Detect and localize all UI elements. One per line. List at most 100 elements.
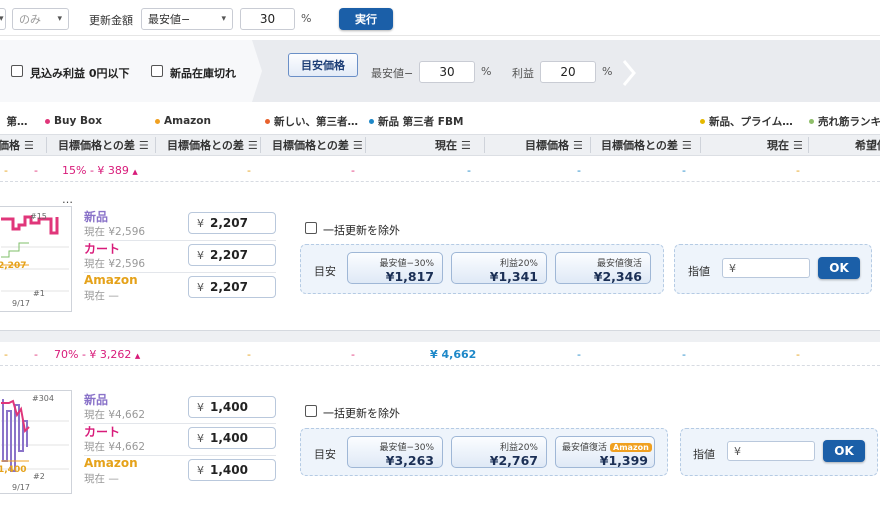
new-out-of-stock-checkbox[interactable] xyxy=(151,65,163,77)
menu-icon[interactable]: ☰ xyxy=(573,139,583,152)
goal-label: 目安 xyxy=(314,265,336,278)
goal-profit-button[interactable]: 利益20% ¥1,341 xyxy=(451,252,547,284)
column-header-label: 希望価 xyxy=(855,139,880,152)
column-header-label: 現在 xyxy=(767,139,789,152)
ok-button[interactable]: OK xyxy=(823,440,865,462)
lowest-input[interactable]: 30 xyxy=(419,61,475,83)
goal-restore-button[interactable]: 最安値復活 ¥2,346 xyxy=(555,252,651,284)
amazon-price-value: 1,400 xyxy=(210,463,248,477)
cart-price-value: 2,207 xyxy=(210,248,248,262)
goal-title-row: 最安値復活 Amazon xyxy=(562,440,652,453)
column-separator[interactable] xyxy=(700,137,701,153)
column-separator[interactable] xyxy=(808,137,809,153)
column-separator[interactable] xyxy=(484,137,485,153)
column-separator[interactable] xyxy=(365,137,366,153)
column-header[interactable]: 価格 ☰ xyxy=(0,134,34,156)
legend-item: 新しい、第三者… xyxy=(265,114,358,128)
goal-lowest-button[interactable]: 最安値−30% ¥1,817 xyxy=(347,252,443,284)
summary-value: - xyxy=(467,164,471,177)
only-select[interactable]: のみ ▾ xyxy=(12,8,69,30)
column-header[interactable]: 目標価格との差 ☰ xyxy=(167,134,258,156)
amazon-price-input[interactable]: ¥1,400 xyxy=(188,459,276,481)
column-separator[interactable] xyxy=(155,137,156,153)
column-header-label: 目標価格との差 xyxy=(167,139,244,152)
cart-price-input[interactable]: ¥1,400 xyxy=(188,427,276,449)
profit-zero-label: 見込み利益 0円以下 xyxy=(30,67,130,80)
menu-icon[interactable]: ☰ xyxy=(682,139,692,152)
run-button[interactable]: 実行 xyxy=(339,8,393,30)
legend-label: 売れ筋ランキ… xyxy=(818,115,880,128)
menu-icon[interactable]: ☰ xyxy=(139,139,149,152)
update-amount-label: 更新金額 xyxy=(89,14,133,27)
menu-icon[interactable]: ☰ xyxy=(24,139,34,152)
profit-zero-checkbox[interactable] xyxy=(11,65,23,77)
new-label: 新品 xyxy=(84,393,109,407)
goal-lowest-button[interactable]: 最安値−30% ¥3,263 xyxy=(347,436,443,468)
amazon-badge: Amazon xyxy=(610,443,652,452)
exclude-bulk-update-checkbox[interactable] xyxy=(305,222,317,234)
column-header[interactable]: 希望価 xyxy=(855,134,880,156)
new-price-input[interactable]: ¥2,207 xyxy=(188,212,276,234)
goal-restore-button[interactable]: 最安値復活 Amazon ¥1,399 xyxy=(555,436,655,468)
legend-item: 売れ筋ランキ… xyxy=(809,114,880,128)
goal-profit-button[interactable]: 利益20% ¥2,767 xyxy=(451,436,547,468)
column-header-label: 現在 xyxy=(435,139,457,152)
goal-value: ¥2,346 xyxy=(593,269,642,284)
legend-dot xyxy=(369,118,374,124)
column-separator[interactable] xyxy=(260,137,261,153)
summary-value: - xyxy=(247,348,251,361)
column-header-label: 目標価格 xyxy=(525,139,569,152)
amazon-label: Amazon xyxy=(84,273,138,287)
rank-bottom-label: #1 xyxy=(33,289,45,298)
column-header[interactable]: 現在 ☰ xyxy=(435,134,471,156)
menu-icon[interactable]: ☰ xyxy=(793,139,803,152)
summary-value: - xyxy=(4,348,8,361)
limit-price-input[interactable]: ¥ xyxy=(727,441,815,461)
column-header[interactable]: 目標価格との差 ☰ xyxy=(58,134,149,156)
menu-icon[interactable]: ☰ xyxy=(353,139,363,152)
summary-value: - xyxy=(796,164,800,177)
legend-dot xyxy=(265,118,270,124)
amazon-price-value: 2,207 xyxy=(210,280,248,294)
summary-value: - xyxy=(351,164,355,177)
menu-icon[interactable]: ☰ xyxy=(461,139,471,152)
summary-value: - xyxy=(796,348,800,361)
legend-label: 新品 第三者 FBM xyxy=(378,115,464,128)
goal-title: 最安値−30% xyxy=(379,259,434,269)
percent-unit: % xyxy=(602,65,613,78)
chevron-down-icon: ▾ xyxy=(0,14,4,24)
update-amount-input[interactable]: 30 xyxy=(240,8,295,30)
limit-price-input[interactable]: ¥ xyxy=(722,258,810,278)
cart-price-input[interactable]: ¥2,207 xyxy=(188,244,276,266)
summary-value: - xyxy=(682,348,686,361)
update-amount-select[interactable]: 最安値− ▾ xyxy=(141,8,233,30)
legend-item: Buy Box xyxy=(45,114,102,128)
yen-symbol: ¥ xyxy=(197,280,204,294)
goal-value: ¥1,341 xyxy=(489,269,538,284)
goal-price-button[interactable]: 目安価格 xyxy=(288,53,358,77)
goal-title: 最安値復活 xyxy=(562,443,608,453)
column-header[interactable]: 現在 ☰ xyxy=(767,134,803,156)
only-select-value: のみ xyxy=(19,13,41,26)
goal-value: ¥2,767 xyxy=(489,453,538,468)
exclude-bulk-update-label: 一括更新を除外 xyxy=(323,407,400,420)
cart-current-price: 現在 ¥4,662 xyxy=(84,441,146,453)
column-header[interactable]: 目標価格 ☰ xyxy=(525,134,583,156)
column-separator[interactable] xyxy=(46,137,47,153)
exclude-bulk-update-checkbox[interactable] xyxy=(305,405,317,417)
amazon-price-input[interactable]: ¥2,207 xyxy=(188,276,276,298)
menu-icon[interactable]: ☰ xyxy=(248,139,258,152)
legend-item: 新品、プライム… xyxy=(700,114,793,128)
column-separator[interactable] xyxy=(590,137,591,153)
column-header[interactable]: 目標価格との差 ☰ xyxy=(272,134,363,156)
new-price-input[interactable]: ¥1,400 xyxy=(188,396,276,418)
column-header[interactable]: 目標価格との差 ☰ xyxy=(601,134,692,156)
legend-item: 、第… xyxy=(0,114,28,128)
profit-input[interactable]: 20 xyxy=(540,61,596,83)
cart-label: カート xyxy=(84,425,121,439)
rank-top-label: #15 xyxy=(30,212,47,221)
condition-select-partial[interactable]: ▾ xyxy=(0,8,6,30)
amazon-current-price: 現在 — xyxy=(84,473,119,485)
column-header-label: 価格 xyxy=(0,139,20,152)
ok-button[interactable]: OK xyxy=(818,257,860,279)
